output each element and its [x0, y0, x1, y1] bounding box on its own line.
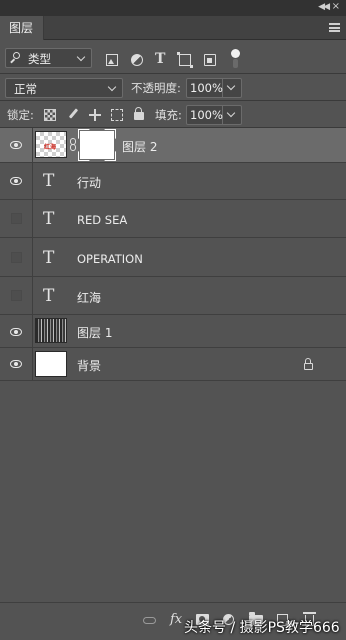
- layer-row[interactable]: T OPERATION: [0, 238, 346, 277]
- lock-row: 锁定: 填充: 100%: [0, 101, 346, 127]
- fill-dropdown-button[interactable]: [223, 105, 242, 125]
- lock-image-pixels-icon[interactable]: [67, 109, 79, 121]
- opacity-field[interactable]: 100%: [186, 78, 223, 98]
- link-icon[interactable]: [70, 138, 76, 151]
- layer-name: 图层 1: [77, 326, 113, 340]
- layer-mask-thumbnail[interactable]: [80, 131, 114, 159]
- add-layer-style-button[interactable]: fx: [170, 612, 182, 627]
- layer-row[interactable]: T 红海: [0, 277, 346, 315]
- visibility-column: [0, 128, 33, 162]
- tab-layers[interactable]: 图层: [0, 16, 44, 40]
- chevron-down-icon: [76, 52, 86, 62]
- visibility-column: [0, 348, 33, 380]
- panel-menu-icon[interactable]: [329, 23, 340, 32]
- adjustment-layer-filter-icon[interactable]: [131, 54, 143, 66]
- fill-value: 100%: [190, 108, 223, 122]
- panel-title-bar: ◀◀ ×: [0, 0, 346, 16]
- thumbnail-text: 红海: [44, 144, 57, 151]
- layer-name: 红海: [77, 291, 102, 305]
- layer-row[interactable]: T 行动: [0, 163, 346, 200]
- chevron-down-icon: [107, 82, 117, 92]
- visibility-column: [0, 238, 33, 276]
- shape-layer-filter-icon[interactable]: [177, 52, 193, 68]
- close-panel-icon[interactable]: ×: [332, 1, 340, 12]
- visibility-column: [0, 315, 33, 347]
- visibility-toggle-box[interactable]: [11, 213, 22, 224]
- type-layer-icon: T: [43, 248, 55, 268]
- lock-position-icon[interactable]: [89, 109, 101, 121]
- layer-thumbnail: 红海: [35, 131, 67, 158]
- blend-mode-value: 正常: [14, 82, 37, 96]
- link-layers-icon[interactable]: [143, 617, 156, 624]
- layer-row[interactable]: 红海 图层 2: [0, 128, 346, 163]
- chevron-down-icon: [226, 108, 236, 118]
- opacity-dropdown-button[interactable]: [223, 78, 242, 98]
- layer-row[interactable]: 图层 1: [0, 315, 346, 348]
- type-layer-icon: T: [43, 171, 55, 191]
- layer-name: 行动: [77, 176, 102, 190]
- filter-kind-select[interactable]: 类型: [5, 48, 92, 68]
- visibility-toggle-box[interactable]: [11, 290, 22, 301]
- lock-label: 锁定:: [7, 108, 34, 122]
- layer-row[interactable]: T RED SEA: [0, 200, 346, 238]
- visibility-toggle-box[interactable]: [11, 252, 22, 263]
- type-layer-icon: T: [43, 209, 55, 229]
- visibility-column: [0, 163, 33, 199]
- layer-name: 图层 2: [122, 140, 158, 154]
- type-layer-icon: T: [43, 286, 55, 306]
- lock-icon: [304, 358, 313, 370]
- visibility-column: [0, 277, 33, 314]
- layer-name: OPERATION: [77, 252, 143, 266]
- layer-thumbnail: [35, 318, 67, 343]
- pixel-layer-filter-icon[interactable]: [106, 54, 118, 66]
- search-icon: [13, 52, 20, 59]
- opacity-value: 100%: [190, 81, 223, 95]
- opacity-label: 不透明度:: [131, 81, 181, 95]
- filter-toggle-switch[interactable]: [231, 49, 240, 69]
- panel-tab-row: 图层: [0, 16, 346, 40]
- blend-row: 正常 不透明度: 100%: [0, 74, 346, 100]
- layer-row[interactable]: 背景: [0, 348, 346, 381]
- eye-icon[interactable]: [10, 360, 22, 368]
- layer-name: 背景: [77, 359, 102, 373]
- type-layer-filter-icon[interactable]: T: [155, 51, 167, 67]
- visibility-column: [0, 200, 33, 237]
- blend-mode-select[interactable]: 正常: [5, 78, 123, 98]
- layer-thumbnail: [35, 351, 67, 377]
- lock-transparent-pixels-icon[interactable]: [44, 109, 56, 121]
- fill-field[interactable]: 100%: [186, 105, 223, 125]
- lock-artboard-icon[interactable]: [111, 109, 123, 121]
- lock-all-icon[interactable]: [134, 107, 144, 120]
- chevron-down-icon: [226, 81, 236, 91]
- filter-kind-label: 类型: [28, 52, 51, 66]
- layer-filter-row: 类型 T: [0, 41, 346, 73]
- eye-icon[interactable]: [10, 328, 22, 336]
- layer-name: RED SEA: [77, 213, 128, 227]
- eye-icon[interactable]: [10, 177, 22, 185]
- watermark: 头条号 / 摄影PS教学666: [184, 620, 340, 636]
- collapse-panel-icon[interactable]: ◀◀: [318, 2, 330, 12]
- eye-icon[interactable]: [10, 141, 22, 149]
- fill-label: 填充:: [155, 108, 182, 122]
- smart-object-filter-icon[interactable]: [204, 54, 216, 66]
